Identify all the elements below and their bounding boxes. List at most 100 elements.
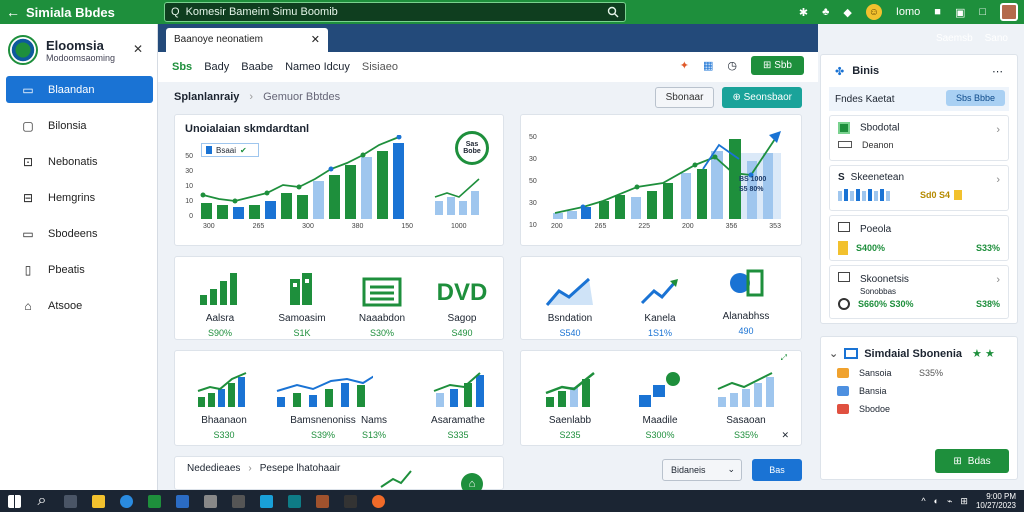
battery-icon[interactable]: ⊞: [960, 496, 968, 507]
menu-item-5[interactable]: Sisiaeo: [362, 61, 398, 73]
arrow-head: [769, 131, 781, 143]
bars-line-icon: [197, 372, 247, 407]
chevron-down-icon: ⌄: [727, 464, 735, 474]
task-view-icon[interactable]: [56, 490, 84, 512]
pin-icon[interactable]: ✦: [680, 59, 689, 72]
outline-button[interactable]: Sbonaar: [654, 87, 715, 108]
kpi-value: 1S1%: [647, 328, 673, 338]
search-bar[interactable]: Q: [164, 2, 626, 22]
action-button[interactable]: ⊞ Sbb: [751, 56, 804, 75]
kpi-item[interactable]: Bhaanaon S330: [179, 369, 269, 440]
sidebar-item-3[interactable]: ⊡ Nebonatis: [6, 148, 153, 175]
app-icon[interactable]: [336, 490, 364, 512]
edge-icon[interactable]: [112, 490, 140, 512]
windows-start-icon[interactable]: [0, 490, 28, 512]
kpi-item[interactable]: Sasaoan S35%: [701, 369, 791, 440]
sidebar-item-7[interactable]: ⌂ Atsooe: [6, 292, 153, 319]
kpi-item[interactable]: Samoasim S1K: [257, 267, 347, 338]
kpi-card-2: Bsndation S540 Kanela 1S1% Alanabhss 490: [520, 256, 802, 340]
terminal-icon[interactable]: [140, 490, 168, 512]
folder-icon[interactable]: [84, 490, 112, 512]
list-item[interactable]: Poeola S400% S33%: [829, 215, 1009, 261]
menu-item-1[interactable]: Sbs: [172, 61, 192, 73]
right-panel-2: ⌄ Simdaial Sbonenia ★ ★ Sansoia S35% Bans…: [820, 336, 1018, 480]
user-photo[interactable]: [1000, 3, 1018, 21]
list-item-value: S660% S30%: [858, 299, 914, 309]
bar: [567, 211, 577, 219]
teal-button[interactable]: ⊕ Seonsbaor: [722, 87, 802, 108]
menu-item-2[interactable]: Bady: [204, 61, 229, 73]
list-item[interactable]: Sbodotal Deanon ›: [829, 115, 1009, 161]
tab-label: Baanoye neonatiem: [174, 34, 263, 45]
kpi-label: Saenlabb: [548, 415, 592, 426]
select-dropdown[interactable]: Bidaneis ⌄: [662, 459, 742, 481]
user-label[interactable]: Iomo: [896, 6, 920, 18]
kpi-item[interactable]: Alanabhss 490: [701, 265, 791, 336]
bar: [345, 165, 356, 219]
chevron-down-icon[interactable]: ⌄: [829, 347, 838, 360]
sidebar-item-1[interactable]: ▭ Blaandan: [6, 76, 153, 103]
list-item[interactable]: S Skeenetean Sd0 S4 ›: [829, 165, 1009, 211]
tab-close-icon[interactable]: ✕: [311, 33, 320, 46]
gear-icon[interactable]: ▣: [955, 6, 965, 19]
puzzle-icon[interactable]: ♣: [822, 6, 829, 18]
close-icon[interactable]: ✕: [133, 42, 143, 56]
menu-item-4[interactable]: Nameo Idcuy: [285, 61, 350, 73]
legend-row: Sansoia S35%: [837, 368, 1017, 378]
header-link-2[interactable]: Sano: [985, 33, 1008, 44]
star-icon[interactable]: ✱: [799, 6, 808, 19]
back-arrow-icon[interactable]: ←: [0, 4, 26, 20]
kpi-item[interactable]: Saenlabb S235: [525, 369, 615, 440]
sidebar-item-5[interactable]: ▭ Sbodeens: [6, 220, 153, 247]
breadcrumb-1[interactable]: Splanlanraiy: [174, 91, 239, 103]
shield-icon[interactable]: ◆: [843, 6, 851, 19]
point: [692, 162, 698, 168]
sidebar-item-6[interactable]: ▯ Pbeatis: [6, 256, 153, 283]
app-icon[interactable]: [224, 490, 252, 512]
avatar[interactable]: ☺: [865, 4, 882, 20]
menu-item-3[interactable]: Baabe: [241, 61, 273, 73]
more-icon[interactable]: ⋯: [992, 65, 1003, 78]
firefox-icon[interactable]: [364, 490, 392, 512]
kpi-item[interactable]: Kanela 1S1%: [615, 267, 705, 338]
kpi-item[interactable]: Aalsra S90%: [175, 267, 265, 338]
y-tick: 0: [189, 213, 193, 220]
app-icon[interactable]: [168, 490, 196, 512]
list-item[interactable]: Skoonetsis Sonobbas S660% S30% S38% ›: [829, 265, 1009, 319]
app-icon[interactable]: [196, 490, 224, 512]
volume-icon[interactable]: ⌁: [947, 496, 952, 507]
app-icon[interactable]: [308, 490, 336, 512]
bell-icon[interactable]: ■: [934, 6, 941, 18]
bar: [249, 205, 260, 219]
close-icon[interactable]: ✕: [781, 430, 789, 441]
tab-main[interactable]: Baanoye neonatiem ✕: [166, 28, 328, 52]
kpi-item[interactable]: Naaabdon S30%: [337, 267, 427, 338]
search-icon[interactable]: [607, 6, 619, 18]
green-action-button[interactable]: ⊞ Bdas: [935, 449, 1009, 473]
kpi-item[interactable]: Bsndation S540: [525, 267, 615, 338]
clock[interactable]: 9:00 PM 10/27/2023: [976, 492, 1016, 510]
sidebar-item-2[interactable]: ▢ Bilonsia: [6, 112, 153, 139]
search-icon[interactable]: ⌕: [28, 490, 56, 512]
sidebar-item-4[interactable]: ⊟ Hemgrins: [6, 184, 153, 211]
y-tick: 10: [185, 183, 193, 190]
network-icon[interactable]: ◐: [934, 496, 939, 506]
app-icon[interactable]: [252, 490, 280, 512]
grid-icon[interactable]: ▦: [703, 59, 713, 72]
star-icon[interactable]: ★ ★: [972, 347, 995, 360]
primary-button[interactable]: Bas: [752, 459, 802, 481]
clock-icon[interactable]: ◷: [727, 59, 737, 72]
kpi-item[interactable]: Nams S13%: [329, 409, 419, 440]
kpi-item[interactable]: DVD Sagop S490: [417, 267, 507, 338]
search-input[interactable]: [185, 6, 607, 18]
breadcrumb-2[interactable]: Gemuor Bbtdes: [263, 91, 340, 103]
tray-up-icon[interactable]: ^: [921, 496, 925, 506]
window-icon[interactable]: □: [979, 6, 986, 18]
expand-icon[interactable]: ⤢: [781, 353, 787, 363]
x-tick: 200: [551, 223, 563, 230]
kpi-item[interactable]: Maadile S300%: [615, 369, 705, 440]
header-link-1[interactable]: Saemsb: [936, 33, 973, 44]
kpi-item[interactable]: Asaramathe S335: [413, 369, 503, 440]
filter-button[interactable]: Sbs Bbbe: [945, 90, 1005, 106]
app-icon[interactable]: [280, 490, 308, 512]
